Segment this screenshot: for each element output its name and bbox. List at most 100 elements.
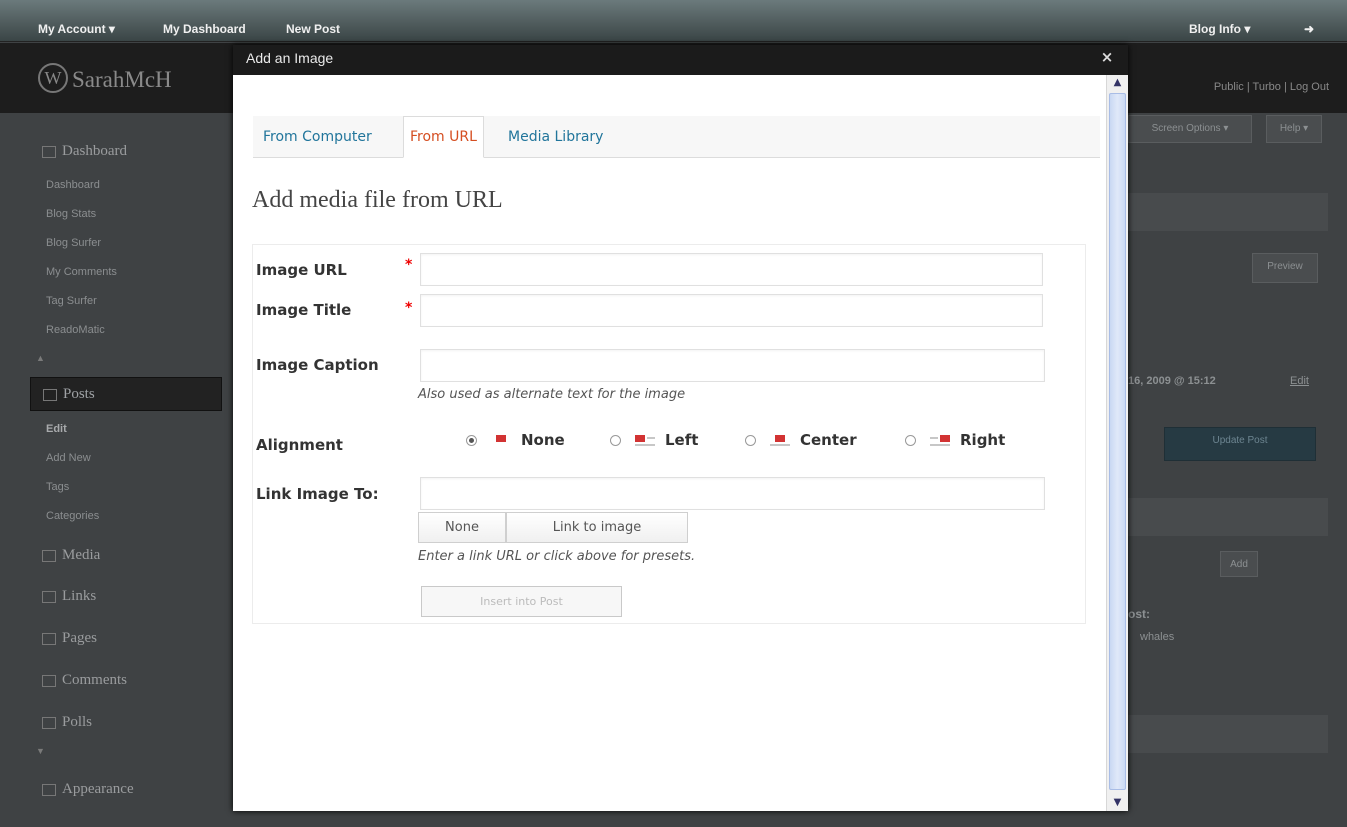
sidebar-item-polls[interactable]: Polls	[30, 706, 222, 740]
sidebar-item-appearance[interactable]: Appearance	[30, 773, 222, 807]
dialog-scrollbar[interactable]: ▲ ▼	[1106, 75, 1128, 811]
sidebar-item-label: Pages	[62, 630, 97, 646]
required-marker: *	[405, 257, 413, 273]
sidebar-item-label: Links	[62, 588, 97, 604]
polls-icon	[42, 716, 56, 729]
sidebar-subitem[interactable]: Tags	[46, 473, 99, 502]
sidebar-item-dashboard[interactable]: Dashboard	[30, 135, 222, 169]
align-none-icon	[491, 433, 511, 447]
sidebar-item-label: Dashboard	[62, 143, 127, 159]
sidebar-subitem[interactable]: Dashboard	[46, 171, 117, 200]
sidebar-item-posts[interactable]: Posts	[30, 377, 222, 411]
posts-icon	[43, 388, 57, 401]
alignment-label: Alignment	[256, 436, 343, 454]
posts-submenu: Edit Add New Tags Categories	[46, 415, 99, 531]
image-caption-label: Image Caption	[256, 356, 379, 374]
align-right-label: Right	[960, 431, 1006, 449]
tab-media-library[interactable]: Media Library	[508, 116, 603, 157]
image-title-input[interactable]	[420, 294, 1043, 327]
close-icon[interactable]: ×	[1098, 48, 1116, 66]
sidebar-item-media[interactable]: Media	[30, 539, 222, 573]
admin-sidebar: Dashboard Dashboard Blog Stats Blog Surf…	[30, 125, 225, 825]
edit-date-link[interactable]: Edit	[1290, 375, 1309, 387]
header-links[interactable]: Public | Turbo | Log Out	[1214, 81, 1329, 93]
image-url-label: Image URL	[256, 261, 347, 279]
dialog-titlebar: Add an Image ×	[233, 45, 1128, 75]
scrollbar-thumb[interactable]	[1109, 93, 1126, 790]
sidebar-item-label: Comments	[62, 672, 128, 688]
sidebar-item-links[interactable]: Links	[30, 580, 222, 614]
preview-button[interactable]: Preview	[1252, 253, 1318, 283]
categories-box-header	[1128, 715, 1328, 753]
align-right-option[interactable]: Right	[905, 429, 1005, 451]
scroll-up-icon[interactable]: ▲	[1107, 75, 1128, 91]
my-account-menu[interactable]: My Account ▾	[38, 22, 115, 36]
align-right-icon	[930, 433, 950, 447]
help-button[interactable]: Help ▾	[1266, 115, 1322, 143]
sidebar-item-comments[interactable]: Comments	[30, 664, 222, 698]
admin-bar: My Account ▾ My Dashboard New Post Blog …	[0, 0, 1347, 42]
caption-help-text: Also used as alternate text for the imag…	[418, 387, 686, 402]
sidebar-item-label: Media	[62, 547, 101, 563]
align-none-radio[interactable]	[466, 434, 477, 446]
wordpress-logo-icon: W	[38, 63, 68, 93]
link-help-text: Enter a link URL or click above for pres…	[418, 549, 696, 564]
align-center-icon	[770, 433, 790, 447]
blog-info-menu[interactable]: Blog Info ▾	[1189, 22, 1250, 36]
media-icon	[42, 549, 56, 562]
sidebar-subitem[interactable]: ReadoMatic	[46, 316, 117, 345]
sidebar-subitem[interactable]: Categories	[46, 502, 99, 531]
sidebar-subitem[interactable]: Blog Surfer	[46, 229, 117, 258]
align-none-label: None	[521, 431, 565, 449]
image-url-input[interactable]	[420, 253, 1043, 286]
link-image-label: Link Image To:	[256, 485, 379, 503]
new-post-link[interactable]: New Post	[286, 22, 340, 36]
tag-item: whales	[1140, 631, 1175, 643]
add-image-dialog: Add an Image × ▲ ▼ From Computer From UR…	[233, 45, 1128, 811]
sidebar-subitem[interactable]: Add New	[46, 444, 99, 473]
screen-options-button[interactable]: Screen Options ▾	[1128, 115, 1252, 143]
dialog-heading: Add media file from URL	[252, 187, 503, 213]
separator-arrow-icon: ▲	[36, 353, 45, 363]
link-to-image-button[interactable]: Link to image	[506, 512, 688, 543]
arrow-right-icon[interactable]: ➜	[1304, 22, 1314, 36]
tags-box-header	[1128, 498, 1328, 536]
tab-from-computer[interactable]: From Computer	[263, 116, 372, 157]
tab-from-url[interactable]: From URL	[403, 116, 484, 158]
align-center-radio[interactable]	[745, 434, 756, 446]
my-dashboard-link[interactable]: My Dashboard	[163, 22, 246, 36]
media-tabs: From Computer From URL Media Library	[253, 116, 1100, 158]
image-caption-input[interactable]	[420, 349, 1045, 382]
sidebar-subitem[interactable]: Tag Surfer	[46, 287, 117, 316]
appearance-icon	[42, 783, 56, 796]
align-center-option[interactable]: Center	[745, 429, 857, 451]
sidebar-item-pages[interactable]: Pages	[30, 622, 222, 656]
link-url-input[interactable]	[420, 477, 1045, 510]
separator-arrow-icon: ▼	[36, 746, 45, 756]
sidebar-subitem[interactable]: Blog Stats	[46, 200, 117, 229]
pages-icon	[42, 632, 56, 645]
publish-box-header	[1128, 193, 1328, 231]
dashboard-submenu: Dashboard Blog Stats Blog Surfer My Comm…	[46, 171, 117, 345]
links-icon	[42, 590, 56, 603]
add-tag-button[interactable]: Add	[1220, 551, 1258, 577]
align-left-option[interactable]: Left	[610, 429, 698, 451]
image-title-label: Image Title	[256, 301, 352, 319]
blog-name[interactable]: SarahMcH	[72, 67, 172, 93]
update-post-button[interactable]: Update Post	[1164, 427, 1316, 461]
dialog-title: Add an Image	[246, 50, 334, 66]
align-right-radio[interactable]	[905, 434, 916, 446]
align-none-option[interactable]: None	[466, 429, 565, 451]
publish-date: 16, 2009 @ 15:12	[1128, 375, 1216, 387]
align-center-label: Center	[800, 431, 857, 449]
sidebar-subitem[interactable]: Edit	[46, 415, 99, 444]
scroll-down-icon[interactable]: ▼	[1107, 795, 1128, 811]
align-left-radio[interactable]	[610, 434, 621, 446]
insert-into-post-button[interactable]: Insert into Post	[421, 586, 622, 617]
sidebar-item-label: Appearance	[62, 781, 134, 797]
edit-post-sidebar: Screen Options ▾ Help ▾ Preview 16, 2009…	[1128, 113, 1347, 827]
sidebar-item-label: Polls	[62, 714, 93, 730]
align-left-icon	[635, 433, 655, 447]
sidebar-subitem[interactable]: My Comments	[46, 258, 117, 287]
link-none-button[interactable]: None	[418, 512, 506, 543]
